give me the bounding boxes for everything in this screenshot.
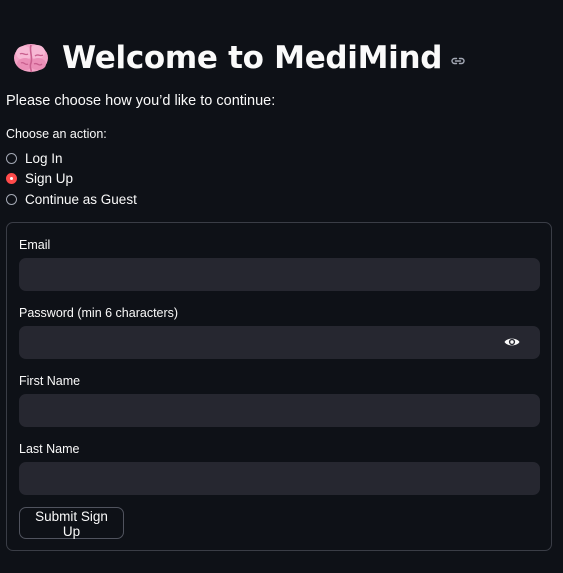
action-radio-group: Log In Sign Up Continue as Guest bbox=[6, 148, 137, 210]
submit-sign-up-button[interactable]: Submit Sign Up bbox=[19, 507, 124, 539]
first-name-field[interactable] bbox=[19, 394, 540, 427]
radio-option-label: Sign Up bbox=[25, 171, 74, 187]
action-radio-label: Choose an action: bbox=[6, 127, 107, 141]
radio-button-sign-up[interactable] bbox=[6, 173, 17, 185]
page-header: Welcome to MediMind bbox=[12, 36, 466, 80]
radio-option-log-in[interactable]: Log In bbox=[6, 148, 137, 169]
link-icon[interactable] bbox=[450, 53, 466, 69]
page-title: Welcome to MediMind bbox=[62, 40, 443, 76]
app-page: Welcome to MediMind Please choose how yo… bbox=[0, 0, 563, 573]
radio-button-log-in[interactable] bbox=[6, 152, 17, 164]
email-field[interactable] bbox=[19, 258, 540, 291]
last-name-field[interactable] bbox=[19, 462, 540, 495]
eye-icon[interactable] bbox=[503, 333, 521, 351]
first-name-label: First Name bbox=[19, 374, 81, 388]
brain-emoji-icon bbox=[14, 44, 48, 73]
radio-option-sign-up[interactable]: Sign Up bbox=[6, 169, 137, 190]
sign-up-form: Email Password (min 6 characters) First … bbox=[6, 222, 552, 551]
password-label: Password (min 6 characters) bbox=[19, 306, 179, 320]
last-name-label: Last Name bbox=[19, 442, 80, 456]
radio-option-guest[interactable]: Continue as Guest bbox=[6, 189, 137, 210]
password-field[interactable] bbox=[19, 326, 540, 359]
email-label: Email bbox=[19, 238, 51, 252]
radio-option-label: Continue as Guest bbox=[25, 191, 137, 207]
intro-text: Please choose how you’d like to continue… bbox=[6, 93, 276, 109]
radio-option-label: Log In bbox=[25, 150, 63, 166]
radio-button-guest[interactable] bbox=[6, 193, 17, 205]
